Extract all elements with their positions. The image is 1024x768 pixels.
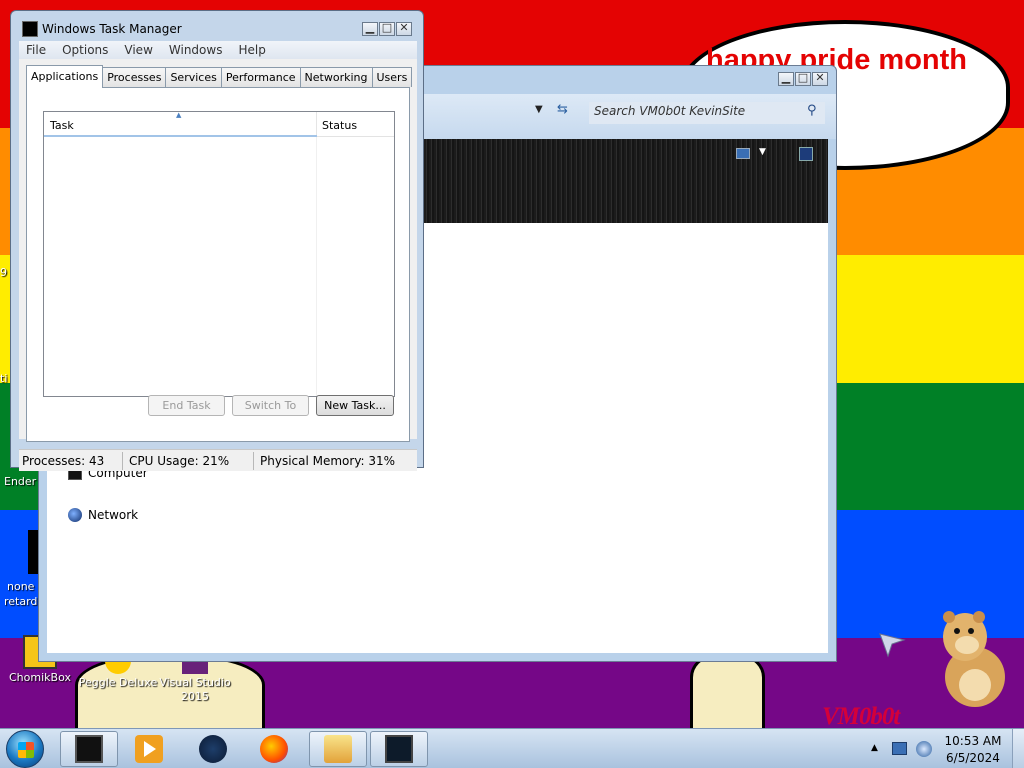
end-task-button[interactable]: End Task (148, 395, 225, 416)
tab-users[interactable]: Users (371, 67, 413, 87)
windows-logo-icon (18, 742, 34, 758)
clock-date[interactable]: 6/5/2024 (938, 751, 1008, 765)
nav-item-label: Network (88, 508, 139, 522)
taskbar-button-explorer[interactable] (309, 731, 367, 767)
taskbar-button-cmd[interactable] (370, 731, 428, 767)
wallpaper-drawing-right (690, 655, 765, 730)
taskbar-button-firefox[interactable] (245, 731, 303, 767)
menu-windows[interactable]: Windows (169, 43, 223, 57)
cursor-arrow-icon (879, 633, 906, 658)
taskbar: ▲ 10:53 AM 6/5/2024 (0, 728, 1024, 768)
clock-time[interactable]: 10:53 AM (938, 734, 1008, 748)
view-options-icon[interactable] (736, 148, 750, 159)
task-manager-window-controls: ▁ □ ✕ (362, 21, 412, 36)
close-button[interactable]: ✕ (812, 71, 828, 86)
status-cpu-usage: CPU Usage: 21% (129, 454, 230, 468)
steam-icon (199, 735, 227, 763)
status-divider (122, 452, 123, 470)
firefox-icon (260, 735, 288, 763)
maximize-icon: □ (797, 71, 809, 84)
close-icon: ✕ (815, 71, 825, 84)
column-divider (316, 137, 317, 396)
chevron-down-icon[interactable]: ▼ (759, 147, 766, 157)
wallpaper-signature: VM0b0t (822, 703, 900, 730)
tab-strip: Applications Processes Services Performa… (26, 65, 413, 88)
menu-view[interactable]: View (124, 43, 152, 57)
menu-help[interactable]: Help (238, 43, 265, 57)
desktop-edge-label[interactable]: Ender (4, 475, 36, 488)
close-icon: ✕ (399, 21, 409, 34)
menu-options[interactable]: Options (62, 43, 108, 57)
tab-processes[interactable]: Processes (102, 67, 167, 87)
taskbar-button-media-player[interactable] (120, 731, 178, 767)
column-header-status[interactable]: Status (317, 112, 395, 137)
cmd-icon (385, 735, 413, 763)
status-bar: Processes: 43 CPU Usage: 21% Physical Me… (19, 449, 417, 471)
desktop-edge-label: ti (0, 372, 8, 385)
hamster-image (943, 611, 1005, 707)
maximize-button[interactable]: □ (379, 21, 395, 36)
minimize-icon: ▁ (365, 21, 375, 34)
column-header-label: Task (50, 119, 74, 132)
taskbar-button-steam[interactable] (184, 731, 242, 767)
search-icon[interactable]: ⚲ (807, 103, 817, 118)
start-button[interactable] (6, 730, 44, 768)
switch-to-button[interactable]: Switch To (232, 395, 309, 416)
column-header-task[interactable]: ▲ Task (44, 111, 317, 137)
desktop-icon-label: Visual Studio 2015 (159, 676, 231, 703)
tab-performance[interactable]: Performance (220, 67, 301, 87)
help-icon[interactable] (799, 147, 813, 161)
task-manager-window[interactable]: Windows Task Manager ▁ □ ✕ File Options … (10, 10, 424, 471)
close-button[interactable]: ✕ (396, 21, 412, 36)
task-list-header: ▲ Task Status (44, 111, 395, 137)
tab-applications[interactable]: Applications (26, 65, 104, 88)
nav-item-network[interactable]: Network (68, 508, 138, 522)
minimize-button[interactable]: ▁ (362, 21, 378, 36)
maximize-button[interactable]: □ (795, 71, 811, 86)
network-status-icon[interactable] (892, 742, 907, 755)
menu-bar: File Options View Windows Help (19, 41, 417, 59)
status-physical-memory: Physical Memory: 31% (260, 454, 396, 468)
taskbar-button-task-manager[interactable] (60, 731, 118, 767)
show-desktop-button[interactable] (1012, 729, 1024, 768)
column-header-label: Status (322, 119, 358, 132)
minimize-icon: ▁ (781, 71, 791, 84)
task-manager-icon (75, 735, 103, 763)
desktop-icon-label: none (7, 580, 35, 593)
column-sort-indicator (44, 135, 317, 137)
status-processes: Processes: 43 (22, 454, 105, 468)
task-list[interactable]: ▲ Task Status (43, 111, 395, 397)
explorer-window-controls: ▁ □ ✕ (778, 71, 828, 86)
tab-networking[interactable]: Networking (299, 67, 373, 87)
minimize-button[interactable]: ▁ (778, 71, 794, 86)
desktop-icon-label: Peggle Deluxe (78, 676, 158, 689)
new-task-button[interactable]: New Task... (316, 395, 394, 416)
desktop-edge-label: 9 (0, 266, 7, 279)
tab-services[interactable]: Services (165, 67, 222, 87)
menu-file[interactable]: File (26, 43, 46, 57)
sort-arrow-icon: ▲ (176, 111, 182, 119)
tray-expand-icon[interactable]: ▲ (871, 743, 878, 753)
desktop-icon-label: retard: (4, 595, 42, 608)
refresh-icon[interactable]: ⇆ (557, 102, 568, 117)
chevron-down-icon[interactable]: ▼ (535, 104, 543, 115)
desktop-icon-label: ChomikBox (9, 671, 71, 684)
status-divider (253, 452, 254, 470)
network-icon (68, 508, 82, 522)
maximize-icon: □ (381, 21, 393, 34)
task-manager-icon (22, 21, 38, 37)
search-placeholder: Search VM0b0t KevinSite (594, 104, 746, 118)
explorer-icon (324, 735, 352, 763)
volume-icon[interactable] (916, 741, 932, 757)
media-player-icon (135, 735, 163, 763)
window-title: Windows Task Manager (42, 22, 182, 36)
